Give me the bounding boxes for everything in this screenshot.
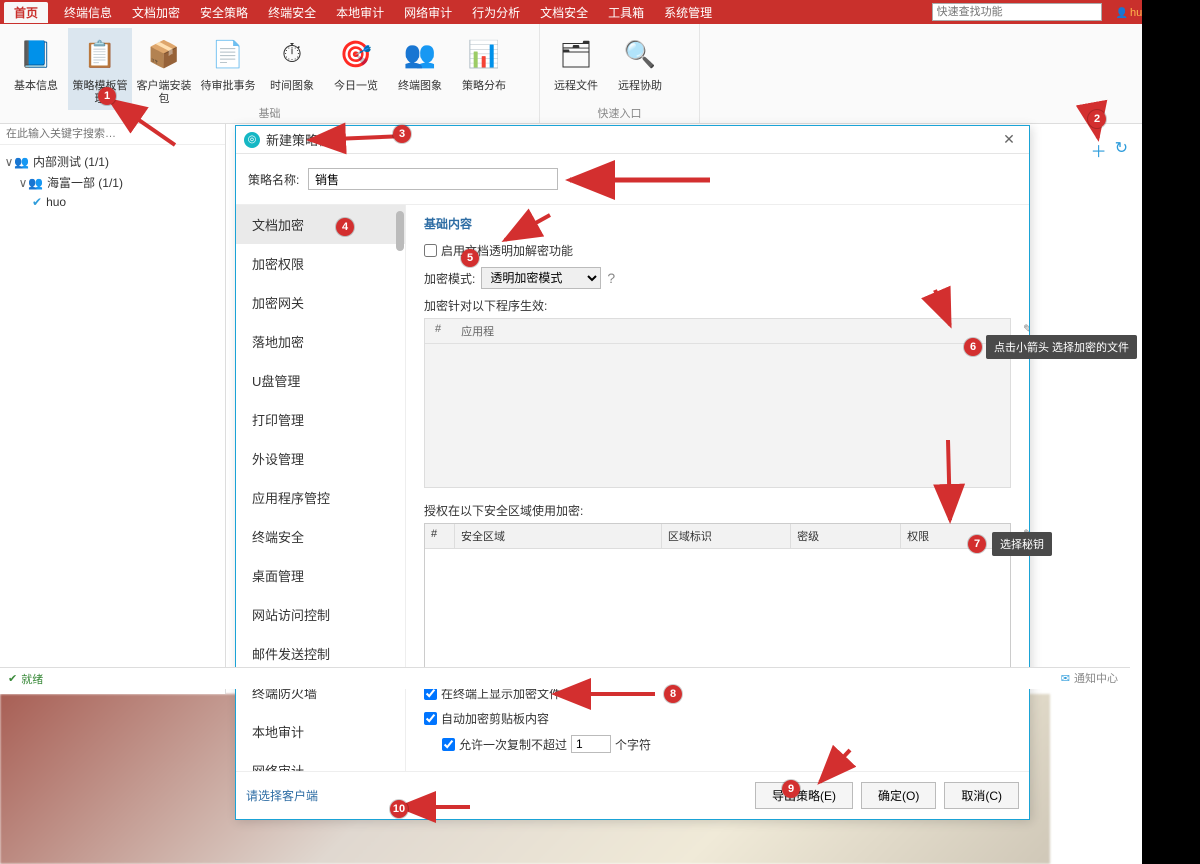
- badge-8: 8: [664, 685, 682, 703]
- select-client-link[interactable]: 请选择客户端: [246, 787, 318, 804]
- ribbon-btn-5[interactable]: 🎯今日一览: [324, 28, 388, 110]
- notification-center[interactable]: ✉ 通知中心: [1049, 667, 1130, 689]
- tree-root[interactable]: ∨👥内部测试 (1/1): [4, 151, 221, 172]
- category-item[interactable]: 网络审计: [236, 751, 405, 771]
- program-list-box[interactable]: #应用程: [424, 318, 1011, 488]
- cancel-button[interactable]: 取消(C): [944, 782, 1019, 809]
- effect-label: 加密针对以下程序生效:: [424, 297, 1011, 314]
- export-button[interactable]: 导出策略(E): [755, 782, 853, 809]
- menu-terminal-info[interactable]: 终端信息: [54, 4, 122, 21]
- ribbon-btn-7[interactable]: 📊策略分布: [452, 28, 516, 110]
- category-item[interactable]: 文档加密: [236, 205, 405, 244]
- menu-behavior[interactable]: 行为分析: [462, 4, 530, 21]
- tooltip-6: 点击小箭头 选择加密的文件: [986, 335, 1137, 359]
- top-menu-bar: 首页 终端信息 文档加密 安全策略 终端安全 本地审计 网络审计 行为分析 文档…: [0, 0, 1200, 24]
- ribbon: 📘基本信息📋策略模板管理📦客户端安装包📄待审批事务⏱时间图象🎯今日一览👥终端图象…: [0, 24, 1200, 124]
- copy-limit-checkbox[interactable]: 允许一次复制不超过: [442, 736, 567, 753]
- category-item[interactable]: 网站访问控制: [236, 595, 405, 634]
- ribbon-group-quick: 快速入口: [540, 105, 699, 121]
- badge-6: 6: [964, 338, 982, 356]
- menu-local-audit[interactable]: 本地审计: [326, 4, 394, 21]
- ribbon-quick-1[interactable]: 🔍远程协助: [608, 28, 672, 97]
- badge-2: 2: [1088, 110, 1106, 128]
- status-bar: ✔ 就绪: [0, 667, 1130, 689]
- close-icon[interactable]: ✕: [997, 131, 1021, 148]
- tooltip-7: 选择秘钥: [992, 532, 1052, 556]
- auto-clipboard-checkbox[interactable]: 自动加密剪贴板内容: [424, 710, 549, 727]
- menu-toolbox[interactable]: 工具箱: [598, 4, 654, 21]
- tree-dept[interactable]: ∨👥海富一部 (1/1): [4, 172, 221, 193]
- help-icon[interactable]: ?: [607, 270, 615, 286]
- policy-name-label: 策略名称:: [248, 171, 308, 188]
- mail-icon: ✉: [1061, 672, 1070, 685]
- badge-1: 1: [98, 87, 116, 105]
- add-icon[interactable]: ＋: [1091, 138, 1107, 162]
- menu-security-policy[interactable]: 安全策略: [190, 4, 258, 21]
- ribbon-group-basic: 基础: [0, 105, 539, 121]
- category-item[interactable]: 外设管理: [236, 439, 405, 478]
- policy-name-input[interactable]: [308, 168, 558, 190]
- mode-select[interactable]: 透明加密模式: [481, 267, 601, 289]
- menu-doc-encrypt[interactable]: 文档加密: [122, 4, 190, 21]
- category-item[interactable]: 本地审计: [236, 712, 405, 751]
- mode-label: 加密模式:: [424, 270, 475, 287]
- ribbon-btn-2[interactable]: 📦客户端安装包: [132, 28, 196, 110]
- badge-3: 3: [393, 125, 411, 143]
- global-search-input[interactable]: [932, 3, 1102, 21]
- category-item[interactable]: 终端安全: [236, 517, 405, 556]
- tree-search-input[interactable]: [0, 124, 225, 145]
- zone-table[interactable]: # 安全区域 区域标识 密级 权限: [424, 523, 1011, 673]
- ok-button[interactable]: 确定(O): [861, 782, 936, 809]
- ribbon-quick-0[interactable]: 🗂远程文件: [544, 28, 608, 97]
- badge-9: 9: [782, 780, 800, 798]
- ribbon-btn-6[interactable]: 👥终端图象: [388, 28, 452, 110]
- refresh-icon[interactable]: ↻: [1115, 138, 1128, 162]
- badge-5: 5: [461, 249, 479, 267]
- ribbon-btn-3[interactable]: 📄待审批事务: [196, 28, 260, 110]
- badge-7: 7: [968, 535, 986, 553]
- dialog-title: 新建策略模板: [266, 130, 997, 149]
- ribbon-btn-0[interactable]: 📘基本信息: [4, 28, 68, 110]
- category-item[interactable]: U盘管理: [236, 361, 405, 400]
- category-item[interactable]: 落地加密: [236, 322, 405, 361]
- new-template-dialog: ◎ 新建策略模板 ✕ 策略名称: 文档加密加密权限加密网关落地加密U盘管理打印管…: [235, 125, 1030, 820]
- category-item[interactable]: 应用程序管控: [236, 478, 405, 517]
- menu-system[interactable]: 系统管理: [654, 4, 722, 21]
- scrollbar-thumb[interactable]: [396, 211, 404, 251]
- category-item[interactable]: 桌面管理: [236, 556, 405, 595]
- tree-leaf[interactable]: ✔huo: [4, 193, 221, 211]
- category-item[interactable]: 加密网关: [236, 283, 405, 322]
- menu-network-audit[interactable]: 网络审计: [394, 4, 462, 21]
- category-item[interactable]: 打印管理: [236, 400, 405, 439]
- left-tree-panel: ∨👥内部测试 (1/1) ∨👥海富一部 (1/1) ✔huo: [0, 124, 226, 694]
- ribbon-btn-4[interactable]: ⏱时间图象: [260, 28, 324, 110]
- status-check-icon: ✔: [8, 672, 17, 685]
- category-item[interactable]: 加密权限: [236, 244, 405, 283]
- copy-unit: 个字符: [615, 736, 651, 753]
- section-basic: 基础内容: [424, 215, 1011, 232]
- copy-limit-input[interactable]: [571, 735, 611, 753]
- badge-4: 4: [336, 218, 354, 236]
- edit-programs-icon[interactable]: ✎: [1023, 322, 1029, 336]
- badge-10: 10: [390, 800, 408, 818]
- home-tab[interactable]: 首页: [4, 2, 48, 23]
- enable-encrypt-checkbox[interactable]: 启用文档透明加解密功能: [424, 242, 573, 259]
- zone-label: 授权在以下安全区域使用加密:: [424, 502, 1011, 519]
- dialog-icon: ◎: [244, 132, 260, 148]
- menu-doc-security[interactable]: 文档安全: [530, 4, 598, 21]
- menu-terminal-security[interactable]: 终端安全: [258, 4, 326, 21]
